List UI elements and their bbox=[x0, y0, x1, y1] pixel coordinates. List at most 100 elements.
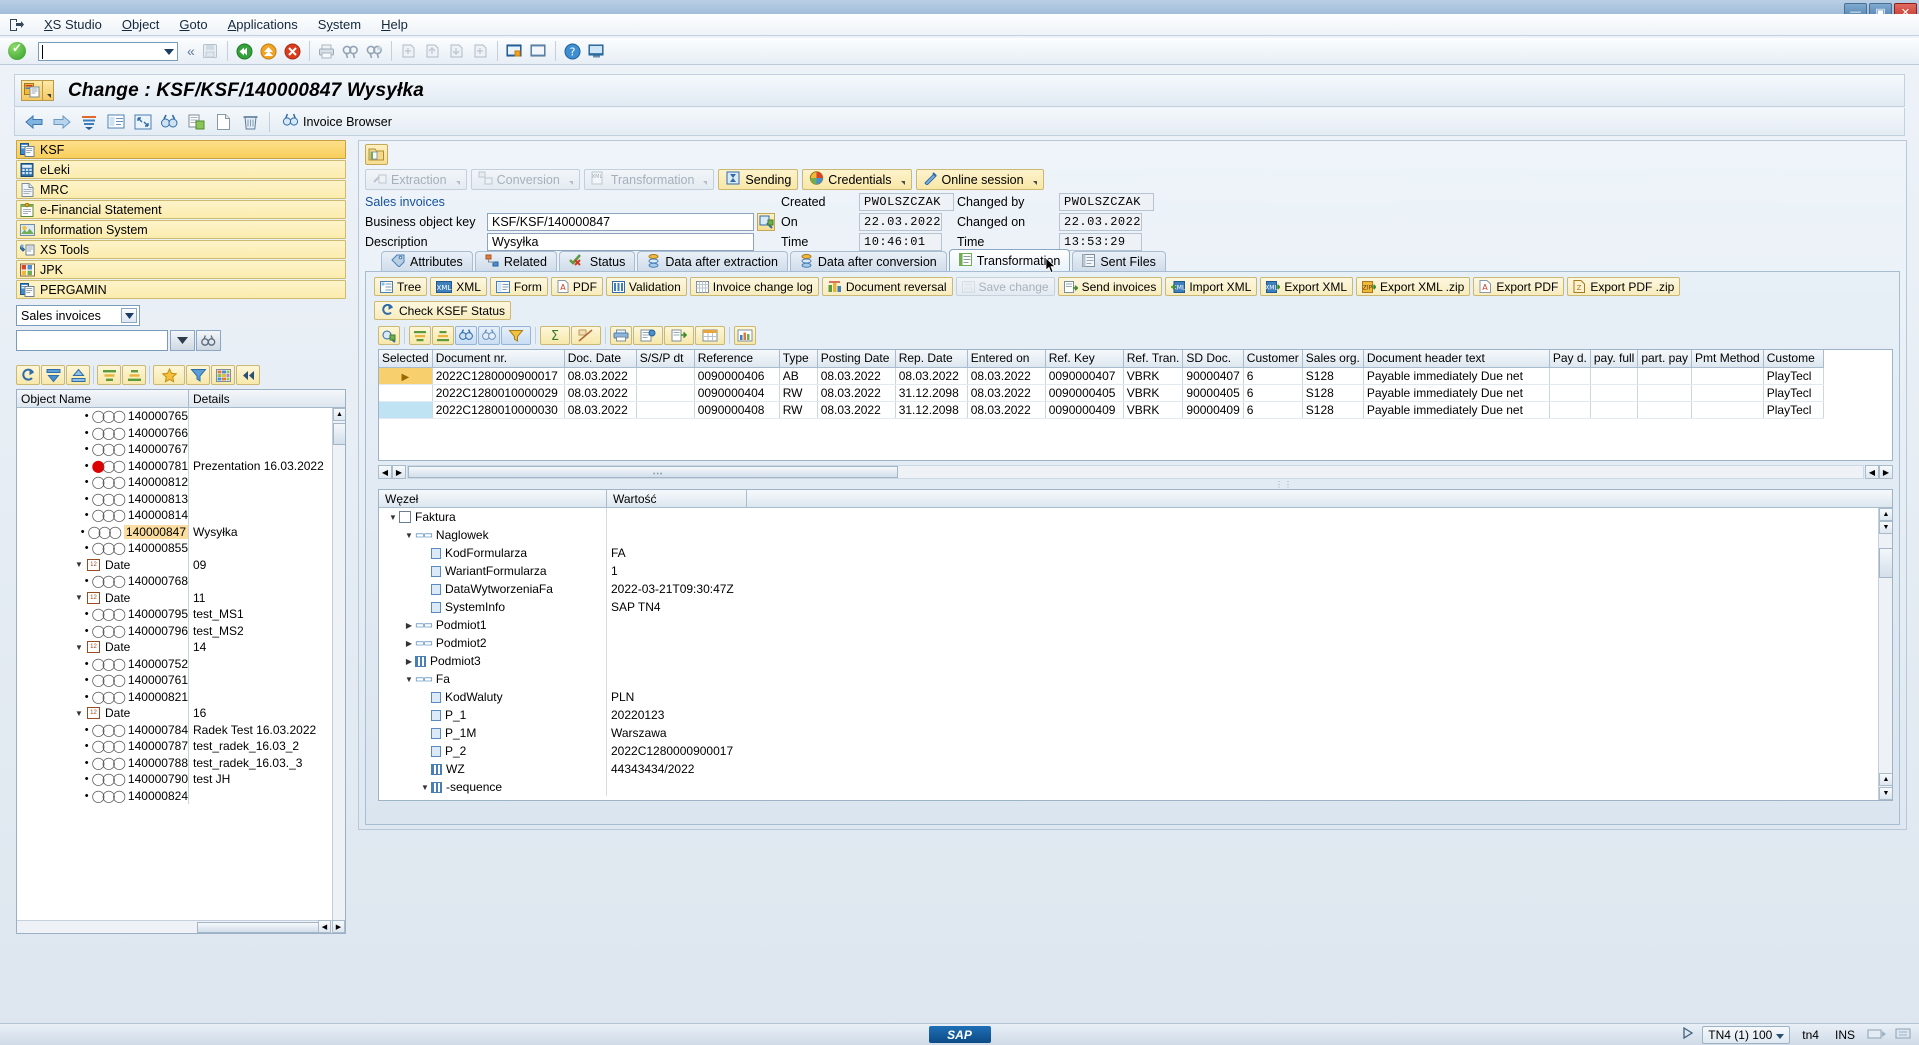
tree-row[interactable]: • ◯◯◯ 140000787 test_radek_16.03_2 bbox=[17, 738, 345, 755]
object-type-link[interactable]: Sales invoices bbox=[365, 195, 445, 209]
chevron-down-icon[interactable] bbox=[898, 173, 905, 187]
delete-trash-icon[interactable] bbox=[239, 111, 262, 133]
tree-row[interactable]: • ◯◯◯ 140000784 Radek Test 16.03.2022 bbox=[17, 721, 345, 738]
tree-row[interactable]: • ◯◯◯ 140000821 bbox=[17, 688, 345, 705]
stage-extraction-button[interactable]: Extraction bbox=[365, 169, 467, 190]
layout-grid-icon[interactable] bbox=[211, 365, 235, 385]
tree-row[interactable]: ▼ 12 Date 16 bbox=[17, 705, 345, 722]
collapse-all-icon[interactable] bbox=[66, 365, 90, 385]
cancel-icon[interactable] bbox=[282, 41, 303, 62]
sidebar-item-information-system[interactable]: Information System bbox=[16, 220, 346, 239]
subtotal-icon[interactable] bbox=[571, 326, 601, 345]
xml-tree-row[interactable]: P_1 20220123 bbox=[379, 706, 1892, 724]
scroll-down-arrow-icon[interactable]: ▼ bbox=[1879, 521, 1892, 534]
grid-column-header[interactable]: Custome bbox=[1763, 350, 1824, 368]
validation-button[interactable]: Validation bbox=[605, 277, 687, 296]
grid-row[interactable]: ▶ 2022C1280000900017 08.03.2022 0090000406 A… bbox=[379, 367, 1824, 385]
scroll-right-arrow-icon[interactable]: ▶ bbox=[1879, 465, 1893, 479]
change-log-button[interactable]: Invoice change log bbox=[689, 277, 819, 296]
tree-row[interactable]: • ◯◯◯ 140000812 bbox=[17, 474, 345, 491]
panel-splitter[interactable]: ⋮⋮ bbox=[378, 480, 1893, 489]
grid-row[interactable]: 2022C1280010000030 08.03.2022 0090000408 RW… bbox=[379, 401, 1824, 419]
export-local-file-icon[interactable] bbox=[633, 326, 663, 345]
grid-row[interactable]: 2022C1280010000029 08.03.2022 0090000404 RW… bbox=[379, 384, 1824, 402]
tree-row[interactable]: • ◯◯◯ 140000796 test_MS2 bbox=[17, 622, 345, 639]
xml-tree-row[interactable]: P_1M Warszawa bbox=[379, 724, 1892, 742]
tab-transformation[interactable]: Transformation bbox=[948, 249, 1071, 272]
chevron-down-icon[interactable] bbox=[566, 173, 573, 187]
command-field[interactable] bbox=[38, 41, 178, 61]
twisty-expanded-icon[interactable]: ▼ bbox=[403, 675, 415, 684]
xml-tree-row[interactable]: ▼ -sequence bbox=[379, 778, 1892, 796]
sidebar-item-eleki[interactable]: eLeki bbox=[16, 160, 346, 179]
grid-scroll-thumb[interactable]: ••• bbox=[408, 466, 898, 478]
total-sum-icon[interactable]: Σ bbox=[540, 326, 570, 345]
tab-attributes[interactable]: Attributes bbox=[381, 251, 473, 272]
tree-row[interactable]: • ◯◯◯ 140000814 bbox=[17, 507, 345, 524]
grid-column-header[interactable]: Pmt Method bbox=[1691, 350, 1764, 368]
find-icon[interactable] bbox=[340, 41, 361, 62]
scroll-left-arrow-icon[interactable]: ◀ bbox=[378, 465, 392, 479]
tab-data-after-extraction[interactable]: Data after extraction bbox=[637, 251, 788, 272]
expand-all-icon[interactable] bbox=[41, 365, 65, 385]
grid-row-selector[interactable]: ▶ bbox=[379, 367, 433, 385]
print-icon[interactable] bbox=[316, 41, 337, 62]
xml-tree-row[interactable]: ▶ ▭▭ Podmiot2 bbox=[379, 634, 1892, 652]
exit-icon[interactable] bbox=[258, 41, 279, 62]
sidebar-item-ksf[interactable]: KSF bbox=[16, 140, 346, 159]
tree-row[interactable]: • ◯◯◯ 140000847 Wysyłka bbox=[17, 523, 345, 540]
twisty-expanded-icon[interactable]: ▼ bbox=[75, 709, 85, 718]
export-pdf-zip-button[interactable]: Z Export PDF .zip bbox=[1567, 277, 1681, 296]
sort-descending-icon[interactable] bbox=[122, 365, 146, 385]
twisty-collapsed-icon[interactable]: ▶ bbox=[403, 621, 415, 630]
tree-row[interactable]: ▼ 12 Date 11 bbox=[17, 589, 345, 606]
grid-column-header[interactable]: Document nr. bbox=[432, 350, 565, 368]
grid-column-header[interactable]: Ref. Key bbox=[1045, 350, 1124, 368]
twisty-expanded-icon[interactable]: ▼ bbox=[419, 783, 431, 792]
grid-row-selector[interactable] bbox=[379, 384, 433, 402]
tree-row[interactable]: • ◯◯◯ 140000766 bbox=[17, 424, 345, 441]
customize-icon[interactable] bbox=[586, 41, 607, 62]
xml-tree-row[interactable]: P_2 2022C1280000900017 bbox=[379, 742, 1892, 760]
object-type-select[interactable]: Sales invoices bbox=[16, 305, 140, 326]
chevron-down-icon[interactable] bbox=[700, 173, 708, 187]
copy-document-icon[interactable] bbox=[185, 111, 208, 133]
system-chip[interactable]: TN4 (1) 100 bbox=[1702, 1025, 1791, 1044]
grid-column-header[interactable]: Rep. Date bbox=[895, 350, 968, 368]
graphic-chart-icon[interactable] bbox=[734, 326, 756, 345]
find-binoculars-icon[interactable] bbox=[158, 111, 181, 133]
import-xml-button[interactable]: XML Import XML bbox=[1165, 277, 1258, 296]
tree-row[interactable]: ▼ 12 Date 14 bbox=[17, 639, 345, 656]
scroll-page-left-icon[interactable]: ▶ bbox=[392, 465, 406, 479]
twisty-expanded-icon[interactable]: ▼ bbox=[75, 560, 85, 569]
grid-column-header[interactable]: S/S/P dt bbox=[636, 350, 695, 368]
tree-row[interactable]: • ◯◯◯ 140000790 test JH bbox=[17, 771, 345, 788]
spreadsheet-icon[interactable] bbox=[695, 326, 725, 345]
double-chevron-left-icon[interactable]: « bbox=[185, 43, 197, 59]
tree-row[interactable]: • ◯◯◯ 140000795 test_MS1 bbox=[17, 606, 345, 623]
scroll-lock-icon[interactable] bbox=[1867, 1027, 1887, 1043]
search-input[interactable] bbox=[16, 330, 168, 351]
filter-icon[interactable] bbox=[501, 326, 531, 345]
tab-related[interactable]: Related bbox=[474, 251, 557, 272]
collapse-panel-icon[interactable] bbox=[236, 365, 260, 385]
stage-conversion-button[interactable]: Conversion bbox=[470, 169, 580, 190]
grid-column-header[interactable]: Reference bbox=[694, 350, 780, 368]
grid-column-header[interactable]: Selected bbox=[379, 350, 433, 368]
tree-row[interactable]: • ◯◯◯ 140000765 bbox=[17, 408, 345, 425]
filter-icon[interactable] bbox=[186, 365, 210, 385]
tree-row[interactable]: • ◯◯◯ 140000767 bbox=[17, 441, 345, 458]
twisty-expanded-icon[interactable]: ▼ bbox=[403, 531, 415, 540]
scroll-up-arrow-icon[interactable]: ▲ bbox=[333, 408, 345, 421]
document-reversal-button[interactable]: Document reversal bbox=[821, 277, 953, 296]
menu-system[interactable]: System bbox=[308, 15, 371, 34]
sort-descending-icon[interactable] bbox=[432, 326, 454, 345]
create-session-icon[interactable] bbox=[504, 41, 525, 62]
sidebar-item-xs-tools[interactable]: XS Tools bbox=[16, 240, 346, 259]
mail-export-icon[interactable] bbox=[664, 326, 694, 345]
xml-vertical-scrollbar[interactable]: ▲ ▼ ▲ ▼ bbox=[1878, 508, 1892, 800]
export-pdf-button[interactable]: A Export PDF bbox=[1473, 277, 1565, 296]
grid-column-header[interactable]: Document header text bbox=[1363, 350, 1550, 368]
ok-check-icon[interactable] bbox=[8, 41, 26, 60]
save-icon[interactable] bbox=[200, 41, 221, 62]
